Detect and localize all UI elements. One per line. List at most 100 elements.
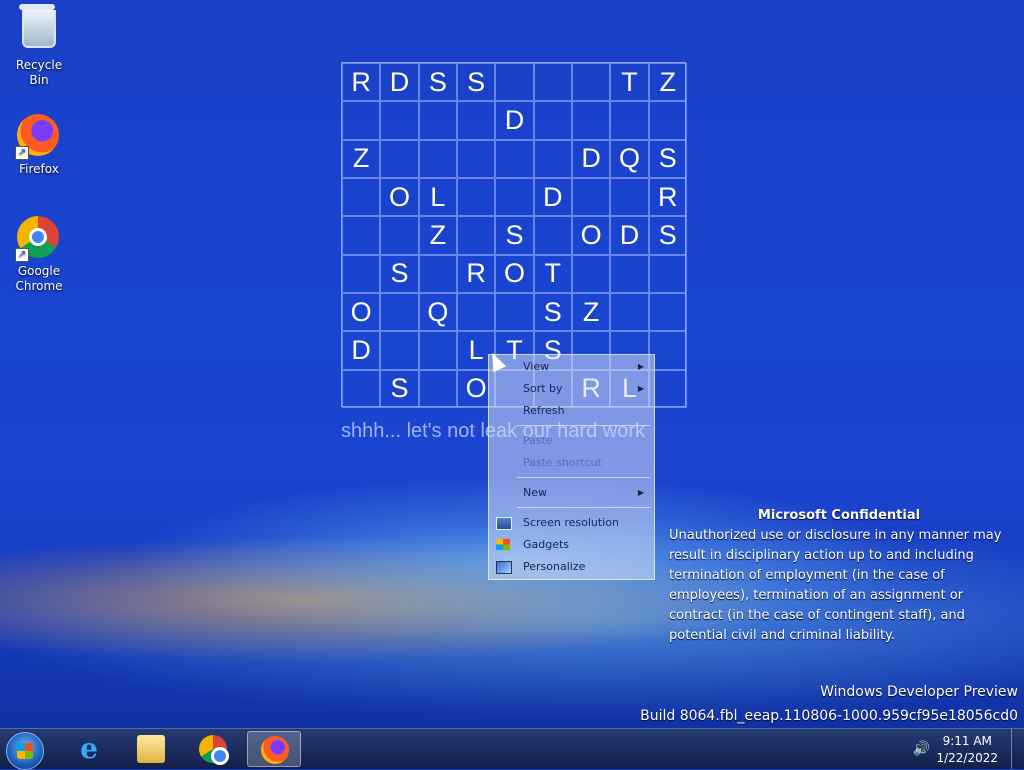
grid-cell [495,139,534,178]
internet-explorer-icon: e [80,732,98,765]
desktop-icon-label: Recycle Bin [15,58,63,87]
grid-cell [571,101,611,140]
confidential-title: Microsoft Confidential [757,508,921,523]
menu-item-label: Refresh [523,404,565,417]
grid-cell: T [533,254,572,293]
grid-cell: O [342,292,381,332]
taskbar-button-firefox[interactable] [247,731,301,767]
personalize-icon [496,561,512,574]
shortcut-arrow-icon: ↗ [15,248,29,262]
grid-cell: O [380,177,419,217]
menu-item-sort-by[interactable]: Sort by [523,382,563,395]
grid-cell [456,177,496,217]
grid-cell [342,101,381,140]
grid-cell [533,101,572,140]
grid-cell: S [456,63,496,102]
menu-item-label: New [523,486,547,499]
grid-cell: D [610,216,649,255]
grid-cell [495,177,534,217]
grid-cell [418,254,457,293]
grid-cell [648,292,687,332]
grid-cell: S [533,292,572,332]
grid-cell [533,63,572,102]
menu-item-label: Gadgets [523,538,570,551]
shortcut-arrow-icon: ↗ [15,146,29,160]
grid-cell [495,63,534,102]
menu-item-label: Paste [523,434,553,447]
grid-cell: S [495,216,534,255]
desktop-icon-google-chrome[interactable]: ↗ Google Chrome [6,216,72,294]
grid-cell [418,101,457,140]
menu-item-view[interactable]: View [523,360,549,373]
grid-cell: S [380,254,419,293]
grid-cell: Q [610,139,649,178]
grid-cell: D [342,331,381,370]
grid-cell: D [533,177,572,217]
clock-date: 1/22/2022 [936,751,998,765]
grid-cell: S [418,63,457,102]
grid-cell [571,177,611,217]
clock[interactable]: 9:11 AM 1/22/2022 [936,733,998,767]
firefox-icon [261,736,289,764]
grid-cell [495,292,534,332]
grid-cell [571,254,611,293]
taskbar-button-internet-explorer[interactable]: e [62,731,116,767]
desktop-icon-label: Firefox [19,162,59,176]
menu-item-personalize[interactable]: Personalize [523,560,585,573]
submenu-arrow-icon: ▶ [637,362,644,371]
grid-cell: Z [648,63,687,102]
taskbar-button-chrome[interactable] [186,731,240,767]
menu-separator [517,425,650,426]
menu-item-label: Paste shortcut [523,456,602,469]
grid-cell [456,139,496,178]
menu-item-screen-resolution[interactable]: Screen resolution [523,516,619,529]
menu-separator [517,507,650,508]
grid-cell [533,139,572,178]
grid-cell [380,139,419,178]
grid-cell [380,292,419,332]
menu-item-gadgets[interactable]: Gadgets [523,538,569,551]
grid-cell: S [648,216,687,255]
grid-cell [610,101,649,140]
grid-cell: S [380,369,419,408]
desktop-icon-recycle-bin[interactable]: Recycle Bin [6,4,72,88]
menu-item-label: Personalize [523,560,586,573]
grid-cell: Z [571,292,611,332]
taskbar: e 🔊 9:11 AM 1/22/2022 [0,728,1024,770]
grid-cell [456,216,496,255]
menu-item-new[interactable]: New [523,486,547,499]
build-number: Build 8064.fbl_eeap.110806-1000.959cf95e… [640,708,1018,724]
menu-item-paste: Paste [523,434,553,447]
taskbar-button-file-explorer[interactable] [124,731,178,767]
show-desktop-button[interactable] [1011,729,1024,769]
grid-cell [342,177,381,217]
grid-cell: S [648,139,687,178]
submenu-arrow-icon: ▶ [637,488,644,497]
grid-cell [342,369,381,408]
volume-icon[interactable]: 🔊 [913,741,930,757]
grid-cell [456,101,496,140]
clock-time: 9:11 AM [942,734,992,748]
confidential-notice: Microsoft Confidential Unauthorized use … [669,506,1009,646]
gadgets-icon [496,539,510,550]
menu-item-refresh[interactable]: Refresh [523,404,565,417]
grid-cell [610,254,649,293]
grid-cell [648,254,687,293]
grid-cell [571,63,611,102]
start-orb-icon[interactable] [6,732,44,770]
menu-item-label: View [523,360,550,373]
chrome-icon [199,735,229,765]
grid-cell [533,216,572,255]
grid-cell [610,292,649,332]
menu-separator [517,477,650,478]
menu-item-label: Screen resolution [523,516,619,529]
chrome-icon: ↗ [15,216,61,262]
desktop-icon-firefox[interactable]: ↗ Firefox [6,114,72,177]
grid-cell: Z [418,216,457,255]
grid-cell [610,177,649,217]
grid-cell: D [571,139,611,178]
grid-cell [418,369,457,408]
grid-cell [380,216,419,255]
grid-cell [380,101,419,140]
menu-item-label: Sort by [523,382,563,395]
